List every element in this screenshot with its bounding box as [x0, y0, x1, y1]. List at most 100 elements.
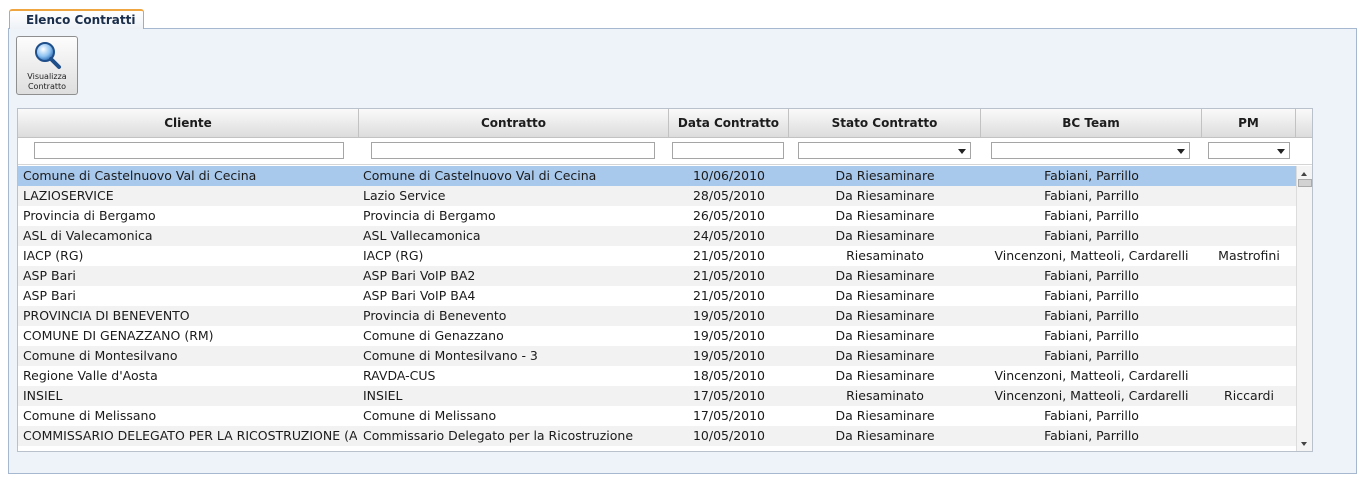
cell-contratto: ASP Bari VoIP BA4: [363, 288, 476, 303]
table-row[interactable]: LAZIOSERVICE Lazio Service 28/05/2010 Da Ri…: [18, 186, 1296, 206]
table-row[interactable]: Comune di Melissano Comune di Melissano 17…: [18, 406, 1296, 426]
cell-bc-team: Fabiani, Parrillo: [1044, 308, 1139, 323]
cell-bc-team: Fabiani, Parrillo: [1044, 208, 1139, 223]
table-row[interactable]: IACP (RG) IACP (RG) 21/05/2010 Riesaminato V…: [18, 246, 1296, 266]
cell-pm: Riccardi: [1224, 388, 1274, 403]
cell-stato: Da Riesaminare: [835, 208, 935, 223]
grid-header: Cliente Contratto Data Contratto Stato C…: [18, 109, 1312, 138]
cell-contratto: Provincia di Benevento: [363, 308, 507, 323]
col-header-bc-team[interactable]: BC Team: [981, 109, 1202, 137]
table-row[interactable]: Comune di Montesilvano Comune di Montesil…: [18, 346, 1296, 366]
cell-pm: [1202, 266, 1296, 286]
tab-label: Elenco Contratti: [26, 13, 136, 27]
filter-bc-team-select[interactable]: [991, 142, 1190, 159]
table-row[interactable]: Regione Valle d'Aosta RAVDA-CUS 18/05/2010…: [18, 366, 1296, 386]
table-row[interactable]: ASL di Valecamonica ASL Vallecamonica 24/0…: [18, 226, 1296, 246]
cell-data: 21/05/2010: [692, 288, 766, 303]
filter-data-input[interactable]: [672, 142, 784, 159]
table-row[interactable]: INSIEL INSIEL 17/05/2010 Riesaminato Vincenz…: [18, 386, 1296, 406]
cell-cliente: Comune di Montesilvano: [23, 348, 178, 363]
cell-stato: Riesaminato: [846, 388, 924, 403]
cell-data: 19/05/2010: [692, 308, 766, 323]
cell-stato: Da Riesaminare: [835, 328, 935, 343]
cell-stato: Da Riesaminare: [835, 288, 935, 303]
cell-data: 28/05/2010: [692, 188, 766, 203]
cell-pm: [1202, 366, 1296, 386]
filter-stato-select[interactable]: [798, 142, 971, 159]
cell-cliente: Comune di Melissano: [23, 408, 157, 423]
cell-cliente: COMMISSARIO DELEGATO PER LA RICOSTRUZION…: [23, 428, 357, 443]
cell-pm: [1202, 346, 1296, 366]
table-row[interactable]: Comune di Castelnuovo Val di Cecina Comun…: [18, 166, 1296, 186]
col-header-stato-contratto[interactable]: Stato Contratto: [789, 109, 981, 137]
cell-cliente: COMUNE DI GENAZZANO (RM): [23, 328, 214, 343]
cell-cliente: PROVINCIA DI BENEVENTO: [23, 308, 190, 323]
grid-body: Comune di Castelnuovo Val di Cecina Comun…: [18, 166, 1296, 451]
col-header-data-contratto[interactable]: Data Contratto: [669, 109, 789, 137]
cell-pm: [1202, 226, 1296, 246]
tab-elenco-contratti[interactable]: Elenco Contratti: [9, 9, 144, 29]
table-row[interactable]: ASP Bari ASP Bari VoIP BA4 21/05/2010 Da Ri…: [18, 286, 1296, 306]
col-header-cliente[interactable]: Cliente: [18, 109, 359, 137]
cell-bc-team: Fabiani, Parrillo: [1044, 168, 1139, 183]
cell-bc-team: Fabiani, Parrillo: [1044, 268, 1139, 283]
chevron-down-icon: [1277, 149, 1285, 154]
view-contract-label: Visualizza Contratto: [27, 72, 67, 91]
scroll-down-icon[interactable]: [1301, 442, 1307, 446]
cell-bc-team: Fabiani, Parrillo: [1044, 328, 1139, 343]
cell-pm: [1202, 206, 1296, 226]
filter-pm-select[interactable]: [1208, 142, 1290, 159]
cell-data: 21/05/2010: [692, 248, 766, 263]
col-header-contratto[interactable]: Contratto: [359, 109, 669, 137]
cell-data: 17/05/2010: [692, 408, 766, 423]
scroll-thumb[interactable]: [1298, 179, 1312, 187]
cell-contratto: Comune di Castelnuovo Val di Cecina: [363, 168, 597, 183]
cell-contratto: Comune di Montesilvano - 3: [363, 348, 538, 363]
cell-cliente: ASL di Valecamonica: [23, 228, 153, 243]
cell-cliente: INSIEL: [23, 388, 63, 403]
cell-data: 18/05/2010: [692, 368, 766, 383]
cell-pm: [1202, 426, 1296, 446]
cell-data: 10/06/2010: [692, 168, 766, 183]
cell-bc-team: Fabiani, Parrillo: [1044, 228, 1139, 243]
cell-bc-team: Vincenzoni, Matteoli, Cardarelli: [994, 388, 1189, 403]
cell-contratto: ASL Vallecamonica: [363, 228, 481, 243]
col-header-pm[interactable]: PM: [1202, 109, 1296, 137]
table-row[interactable]: COMMISSARIO DELEGATO PER LA RICOSTRUZION…: [18, 426, 1296, 446]
cell-pm: [1202, 326, 1296, 346]
cell-stato: Da Riesaminare: [835, 228, 935, 243]
table-row[interactable]: COMUNE DI GENAZZANO (RM) Comune di Genazz…: [18, 326, 1296, 346]
cell-contratto: IACP (RG): [363, 248, 424, 263]
cell-pm: [1202, 306, 1296, 326]
cell-stato: Da Riesaminare: [835, 348, 935, 363]
cell-contratto: INSIEL: [363, 388, 403, 403]
cell-stato: Da Riesaminare: [835, 308, 935, 323]
cell-pm: Mastrofini: [1218, 248, 1280, 263]
cell-contratto: Comune di Melissano: [363, 408, 497, 423]
chevron-down-icon: [1177, 149, 1185, 154]
table-row[interactable]: Provincia di Bergamo Provincia di Bergamo…: [18, 206, 1296, 226]
cell-pm: [1202, 406, 1296, 426]
scroll-up-icon[interactable]: [1301, 172, 1307, 176]
cell-bc-team: Fabiani, Parrillo: [1044, 348, 1139, 363]
chevron-down-icon: [958, 149, 966, 154]
cell-cliente: Regione Valle d'Aosta: [23, 368, 158, 383]
cell-cliente: LAZIOSERVICE: [23, 188, 114, 203]
table-row[interactable]: ASP Bari ASP Bari VoIP BA2 21/05/2010 Da Ri…: [18, 266, 1296, 286]
cell-stato: Da Riesaminare: [835, 168, 935, 183]
cell-stato: Riesaminato: [846, 248, 924, 263]
table-row[interactable]: PROVINCIA DI BENEVENTO Provincia di Benev…: [18, 306, 1296, 326]
cell-bc-team: Fabiani, Parrillo: [1044, 188, 1139, 203]
cell-cliente: IACP (RG): [23, 248, 84, 263]
cell-stato: Da Riesaminare: [835, 268, 935, 283]
view-contract-button[interactable]: Visualizza Contratto: [16, 36, 78, 95]
filter-cliente-input[interactable]: [34, 142, 344, 159]
filter-contratto-input[interactable]: [371, 142, 655, 159]
cell-cliente: ASP Bari: [23, 288, 76, 303]
cell-cliente: Provincia di Bergamo: [23, 208, 156, 223]
vertical-scrollbar[interactable]: [1296, 166, 1312, 451]
cell-stato: Da Riesaminare: [835, 188, 935, 203]
cell-pm: [1202, 286, 1296, 306]
cell-pm: [1202, 186, 1296, 206]
cell-cliente: ASP Bari: [23, 268, 76, 283]
